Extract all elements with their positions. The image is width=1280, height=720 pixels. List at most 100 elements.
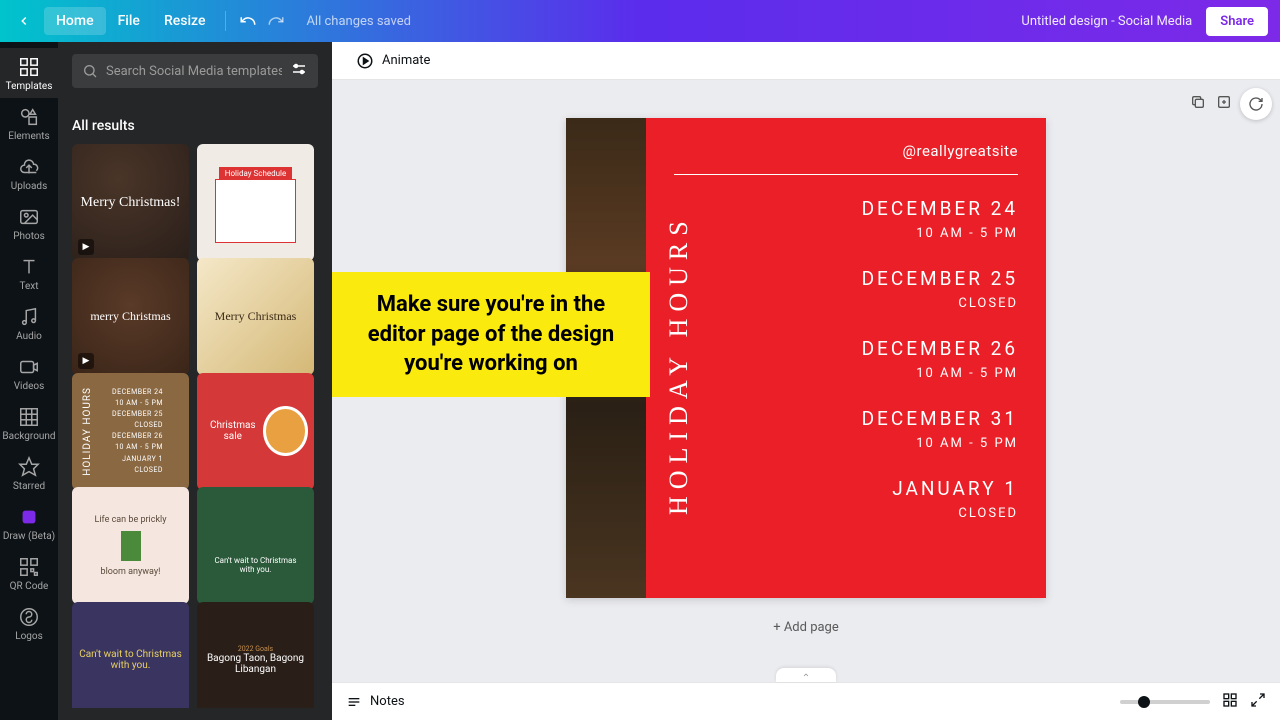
expand-icon — [1250, 692, 1266, 708]
canvas-dates-list: DECEMBER 24 10 AM - 5 PM DECEMBER 25 CLOSE… — [674, 197, 1018, 521]
redo-icon — [267, 12, 285, 30]
template-thumb[interactable]: Can't wait to Christmas with you. — [197, 487, 314, 604]
duplicate-page-button[interactable] — [1190, 94, 1206, 114]
back-button[interactable] — [12, 9, 36, 33]
home-button[interactable]: Home — [44, 7, 106, 35]
audio-tab[interactable]: Audio — [0, 298, 58, 348]
bottom-bar: Notes — [332, 682, 1280, 720]
play-icon: ▶ — [78, 239, 94, 255]
sidebar-label: Elements — [8, 131, 49, 142]
canvas-handle-text[interactable]: @reallygreatsite — [674, 142, 1018, 160]
add-page-link[interactable]: + Add page — [566, 610, 1046, 645]
template-thumb[interactable]: ▶ — [72, 144, 189, 261]
grid-view-button[interactable] — [1222, 692, 1238, 712]
search-input[interactable] — [106, 64, 282, 79]
template-thumb[interactable]: 2022 GoalsBagong Taon, Bagong Libangan — [197, 602, 314, 708]
refresh-icon — [1248, 96, 1264, 112]
canvas-vertical-title[interactable]: HOLIDAY HOURS — [664, 214, 694, 570]
regenerate-button[interactable] — [1240, 88, 1272, 120]
sliders-icon — [290, 60, 308, 78]
template-grid[interactable]: ▶ ▶ DECEMBER 24 10 AM - 5 PM DECEMBER 25… — [72, 144, 318, 708]
canvas-date[interactable]: JANUARY 1 — [674, 477, 1018, 500]
text-tab[interactable]: Text — [0, 248, 58, 298]
canvas-time[interactable]: 10 AM - 5 PM — [674, 226, 1018, 241]
copy-icon — [1190, 94, 1206, 110]
zoom-handle[interactable] — [1138, 696, 1150, 708]
canvas-time[interactable]: CLOSED — [674, 506, 1018, 521]
logos-tab[interactable]: Logos — [0, 598, 58, 648]
template-thumb[interactable]: Christmas sale — [197, 373, 314, 490]
draw-icon — [18, 506, 40, 528]
sidebar-label: Starred — [13, 481, 45, 492]
editor-toolbar: Animate — [332, 42, 1280, 80]
file-menu[interactable]: File — [106, 7, 152, 35]
animate-icon — [356, 52, 374, 70]
background-icon — [18, 406, 40, 428]
canvas-date[interactable]: DECEMBER 25 — [674, 267, 1018, 290]
template-thumb[interactable]: ▶ — [72, 258, 189, 375]
share-button[interactable]: Share — [1206, 7, 1268, 36]
add-page-icon — [1216, 94, 1232, 110]
left-sidebar: Templates Elements Uploads Photos Text A… — [0, 42, 58, 720]
template-thumb[interactable]: DECEMBER 24 10 AM - 5 PM DECEMBER 25 CLO… — [72, 373, 189, 490]
sidebar-label: Videos — [14, 381, 45, 392]
videos-icon — [18, 356, 40, 378]
canvas-divider — [674, 174, 1018, 175]
star-icon — [18, 456, 40, 478]
templates-panel: All results ▶ ▶ DECEMBER 24 10 AM - 5 PM… — [58, 42, 332, 720]
videos-tab[interactable]: Videos — [0, 348, 58, 398]
top-menu-bar: Home File Resize All changes saved Untit… — [0, 0, 1280, 42]
fullscreen-button[interactable] — [1250, 692, 1266, 712]
background-tab[interactable]: Background — [0, 398, 58, 448]
sidebar-label: Photos — [13, 231, 45, 242]
grid-icon — [1222, 692, 1238, 708]
uploads-icon — [18, 156, 40, 178]
pager-tab[interactable] — [776, 668, 836, 682]
canvas-date[interactable]: DECEMBER 26 — [674, 337, 1018, 360]
uploads-tab[interactable]: Uploads — [0, 148, 58, 198]
page-controls — [1190, 94, 1232, 114]
sidebar-label: Background — [2, 431, 55, 442]
photos-tab[interactable]: Photos — [0, 198, 58, 248]
template-thumb[interactable]: Can't wait to Christmas with you. — [72, 602, 189, 708]
starred-tab[interactable]: Starred — [0, 448, 58, 498]
chevron-left-icon — [17, 14, 31, 28]
template-thumb[interactable] — [197, 258, 314, 375]
templates-tab[interactable]: Templates — [0, 48, 58, 98]
section-title: All results — [72, 118, 318, 134]
redo-button[interactable] — [262, 7, 290, 35]
filter-button[interactable] — [290, 60, 308, 82]
canvas-time[interactable]: CLOSED — [674, 296, 1018, 311]
sidebar-label: Text — [19, 281, 38, 292]
template-thumb[interactable]: Life can be pricklybloom anyway! — [72, 487, 189, 604]
sidebar-label: QR Code — [10, 581, 49, 592]
chevron-up-icon — [800, 671, 812, 679]
elements-icon — [18, 106, 40, 128]
canvas-date[interactable]: DECEMBER 24 — [674, 197, 1018, 220]
qrcode-tab[interactable]: QR Code — [0, 548, 58, 598]
template-thumb[interactable] — [197, 144, 314, 261]
sidebar-label: Uploads — [11, 181, 47, 192]
canvas-date[interactable]: DECEMBER 31 — [674, 407, 1018, 430]
notes-button[interactable]: Notes — [346, 694, 405, 710]
canvas-time[interactable]: 10 AM - 5 PM — [674, 436, 1018, 451]
undo-button[interactable] — [234, 7, 262, 35]
undo-icon — [239, 12, 257, 30]
logos-icon — [18, 606, 40, 628]
templates-icon — [18, 56, 40, 78]
add-page-button[interactable] — [1216, 94, 1232, 114]
qrcode-icon — [18, 556, 40, 578]
play-icon: ▶ — [78, 353, 94, 369]
search-wrap — [72, 54, 318, 88]
elements-tab[interactable]: Elements — [0, 98, 58, 148]
animate-button[interactable]: Animate — [348, 48, 438, 74]
sidebar-label: Draw (Beta) — [3, 531, 55, 542]
resize-menu[interactable]: Resize — [152, 7, 218, 35]
document-title[interactable]: Untitled design - Social Media — [1021, 14, 1192, 29]
draw-tab[interactable]: Draw (Beta) — [0, 498, 58, 548]
search-icon — [82, 63, 98, 79]
zoom-slider[interactable] — [1120, 700, 1210, 704]
audio-icon — [18, 306, 40, 328]
canvas-time[interactable]: 10 AM - 5 PM — [674, 366, 1018, 381]
instruction-callout: Make sure you're in the editor page of t… — [332, 272, 650, 397]
